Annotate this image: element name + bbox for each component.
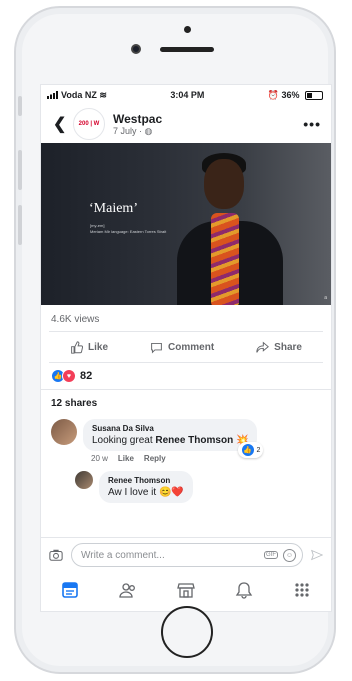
like-label: Like (88, 341, 109, 353)
page-avatar[interactable]: 200 | W (73, 108, 105, 140)
post-date: 7 July · (113, 125, 145, 136)
post-photo[interactable]: ‘Maiem’ [my-em] Meriam Mir language: Eas… (41, 143, 331, 305)
volume-down-button (18, 205, 22, 245)
comment-bubble: Susana Da Silva Looking great Renee Thom… (83, 419, 264, 458)
news-feed-icon[interactable] (61, 581, 79, 604)
reply-bubble: Renee Thomson Aw I love it 😊❤️ (99, 471, 193, 503)
photo-caption-pronunciation: [my-em] (90, 223, 105, 228)
photo-watermark: a (324, 295, 327, 301)
reply-text: Aw I love it (108, 487, 159, 498)
reaction-count: 82 (80, 370, 93, 382)
like-button[interactable]: Like (70, 340, 109, 354)
avatar[interactable] (51, 419, 77, 445)
gif-button[interactable]: GIF (264, 551, 278, 559)
like-reaction-icon: 👍 (240, 443, 255, 457)
share-label: Share (274, 341, 302, 353)
status-bar: Voda NZ ≋ 3:04 PM ⏰ 36% (41, 85, 331, 105)
home-button[interactable] (161, 606, 213, 658)
carrier-name: Voda NZ (61, 89, 97, 100)
comment-time: 20 w (91, 454, 108, 463)
reply-author[interactable]: Renee Thomson (108, 476, 184, 485)
speaker-grille (160, 47, 214, 52)
post-actions: Like Comment Share (49, 331, 323, 363)
comment-item: Susana Da Silva Looking great Renee Thom… (41, 415, 331, 467)
comment-reaction-count: 2 (256, 446, 261, 454)
share-button[interactable]: Share (256, 341, 302, 354)
wifi-icon: ≋ (99, 89, 107, 100)
globe-icon: ◍ (144, 125, 153, 136)
comment-mention[interactable]: Renee Thomson (155, 435, 233, 446)
camera-icon[interactable] (49, 548, 63, 562)
comment-composer: Write a comment... GIF ☺ (41, 537, 331, 572)
post-header: ❮ 200 | W Westpac 7 July · ◍ ••• (41, 105, 331, 143)
page-logo-text: 200 | W (78, 121, 100, 127)
comment-author[interactable]: Susana Da Silva (92, 424, 248, 433)
front-camera (131, 44, 141, 54)
marketplace-icon[interactable] (177, 581, 195, 604)
comment-like-link[interactable]: Like (118, 454, 134, 463)
reply-item: Renee Thomson Aw I love it 😊❤️ (41, 467, 331, 507)
volume-up-button (18, 150, 22, 190)
person-scarf (211, 213, 239, 305)
battery-percent: 36% (281, 89, 300, 100)
person-head (204, 159, 244, 209)
reply-emoji: 😊❤️ (158, 487, 184, 498)
alarm-icon: ⏰ (267, 89, 279, 100)
signal-icon (47, 91, 58, 100)
love-reaction-icon: ♥ (62, 369, 76, 383)
view-count: 4.6K views (51, 314, 100, 325)
thumbs-up-icon (71, 340, 83, 354)
photo-caption-title: ‘Maiem’ (89, 201, 138, 216)
menu-icon[interactable] (293, 581, 311, 604)
emoji-icon[interactable]: ☺ (283, 548, 296, 562)
comment-reaction-badge[interactable]: 👍 2 (237, 442, 264, 458)
comment-label: Comment (168, 341, 215, 353)
battery-icon (305, 90, 323, 100)
comment-text: Looking great (92, 435, 156, 446)
sensor (184, 26, 191, 33)
share-icon (256, 341, 270, 353)
notifications-icon[interactable] (235, 581, 253, 604)
groups-icon[interactable] (119, 581, 137, 604)
share-count[interactable]: 12 shares (41, 389, 331, 415)
mute-switch (18, 96, 22, 116)
more-options-icon[interactable]: ••• (303, 116, 321, 132)
comment-reply-link[interactable]: Reply (144, 454, 166, 463)
back-chevron-icon[interactable]: ❮ (53, 114, 73, 134)
comment-input[interactable]: Write a comment... GIF ☺ (71, 543, 303, 567)
avatar[interactable] (75, 471, 93, 489)
photo-caption-language: Meriam Mir language: Eastern Torres Stra… (90, 229, 167, 234)
send-icon[interactable] (311, 549, 323, 561)
reaction-summary[interactable]: 👍 ♥ 82 (41, 363, 331, 389)
comment-placeholder: Write a comment... (81, 549, 165, 561)
comment-icon (151, 342, 162, 354)
screen: Voda NZ ≋ 3:04 PM ⏰ 36% ❮ 200 | W Westpa… (40, 84, 332, 612)
comment-button[interactable]: Comment (150, 341, 214, 354)
clock: 3:04 PM (170, 90, 205, 100)
page-name[interactable]: Westpac (113, 112, 162, 126)
